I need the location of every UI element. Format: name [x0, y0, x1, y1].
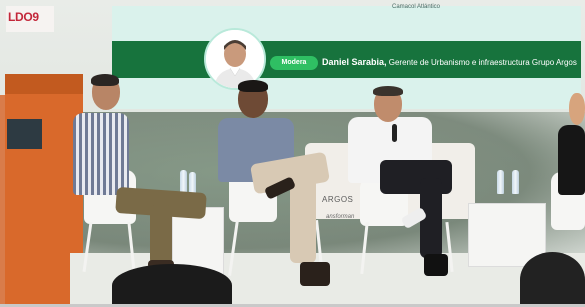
audience-head [112, 264, 232, 307]
panelist-far-right-head [569, 93, 585, 125]
panelist-far-right-outfit [558, 125, 585, 195]
audience-head [520, 252, 585, 307]
screen-caption: Camacol Atlántico [392, 4, 441, 10]
event-logo-text: LDO9 [8, 10, 39, 24]
backdrop-brand: ARGOS [322, 195, 354, 204]
water-bottle [497, 170, 504, 194]
moderator-name: Daniel Sarabia, [322, 57, 387, 67]
panelist-center-hair [238, 80, 268, 92]
microphone [392, 124, 397, 142]
podium-top [5, 74, 83, 94]
backdrop-tagline: ansforman [326, 214, 355, 220]
panel-discussion-photo: LDO9 Camacol Atlántico Modera Daniel Sar… [0, 0, 585, 307]
panelist-left-hair [91, 74, 119, 86]
moderator-role: Gerente de Urbanismo e infraestructura G… [386, 58, 577, 67]
water-bottle [512, 170, 519, 194]
moderator-badge: Modera [270, 56, 318, 70]
panelist-center-leg [290, 175, 316, 263]
podium-sign [7, 119, 42, 149]
panelist-center-shoe [300, 262, 330, 286]
moderator-caption: Daniel Sarabia, Gerente de Urbanismo e i… [322, 57, 577, 67]
panelist-right-hair [373, 86, 403, 96]
panelist-left-shirt [73, 113, 129, 195]
panelist-right-shoe [424, 254, 448, 276]
panelist-left-leg [150, 205, 172, 265]
